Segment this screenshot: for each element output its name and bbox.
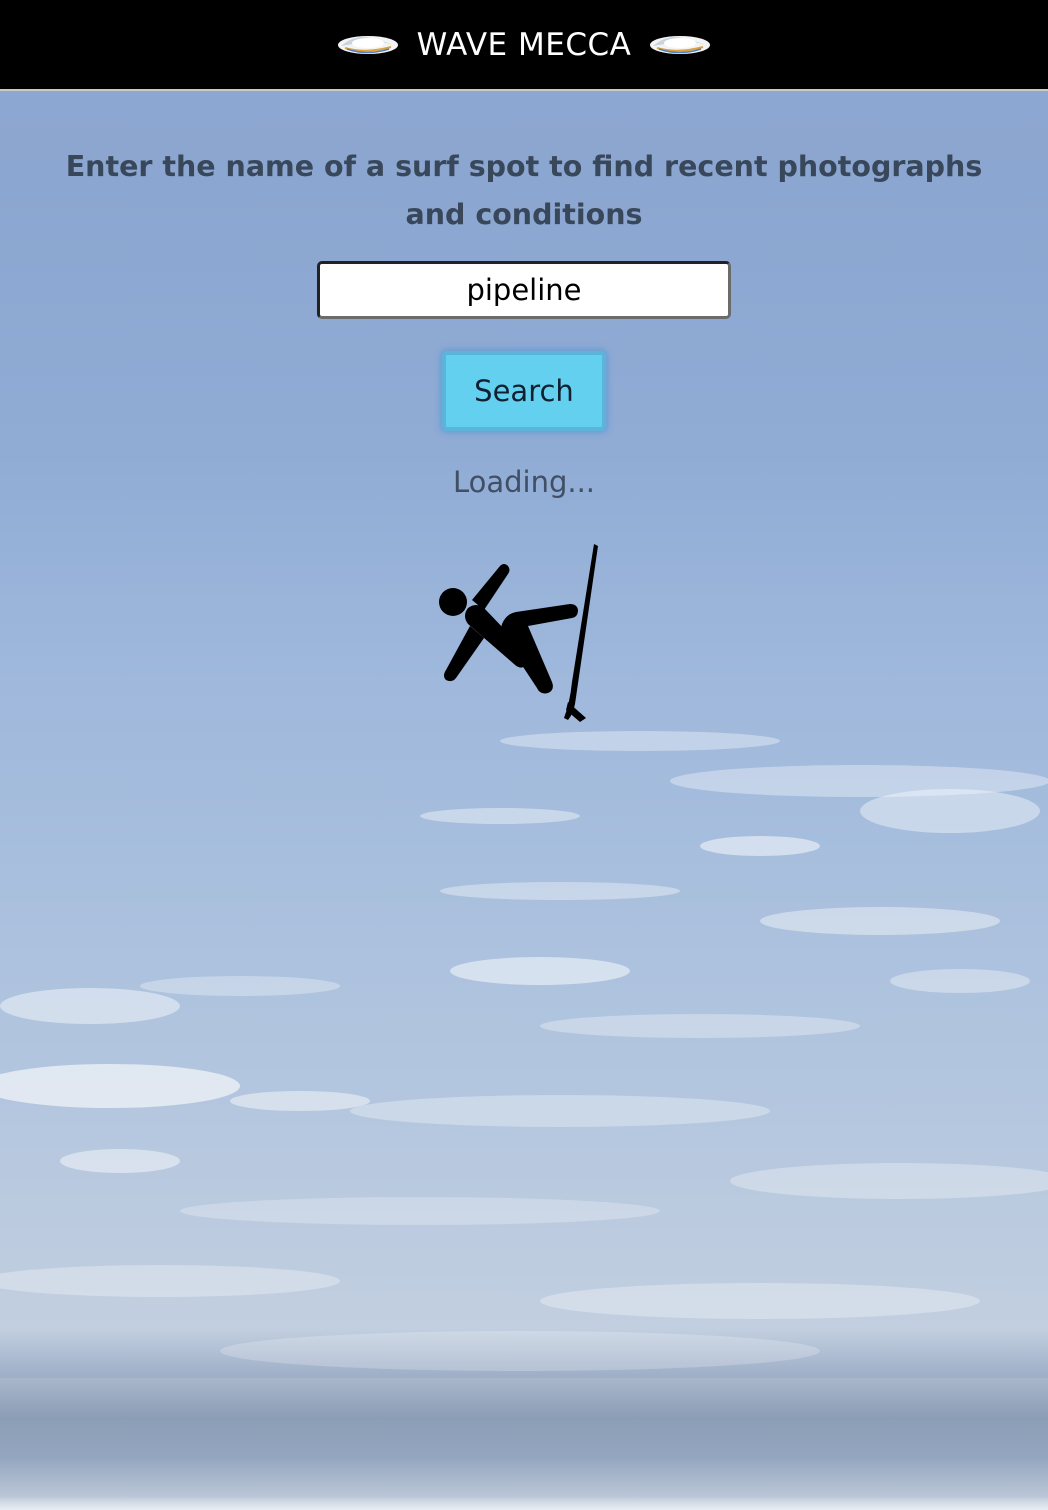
loading-text: Loading... xyxy=(452,465,596,499)
ocean-horizon xyxy=(0,1378,1048,1510)
search-button[interactable]: Search xyxy=(442,351,606,431)
app-title: WAVE MECCA xyxy=(416,26,632,63)
main-content: Enter the name of a surf spot to find re… xyxy=(0,91,1048,499)
top-header: WAVE MECCA xyxy=(0,0,1048,91)
wave-logo-icon xyxy=(650,35,711,54)
surf-spot-search-input[interactable] xyxy=(317,261,731,319)
falling-surfer-icon xyxy=(439,544,598,722)
shoreline-foam xyxy=(0,1496,1048,1510)
brand[interactable]: WAVE MECCA xyxy=(337,27,712,63)
wave-logo-icon xyxy=(337,35,398,54)
instructions-text: Enter the name of a surf spot to find re… xyxy=(65,150,983,231)
